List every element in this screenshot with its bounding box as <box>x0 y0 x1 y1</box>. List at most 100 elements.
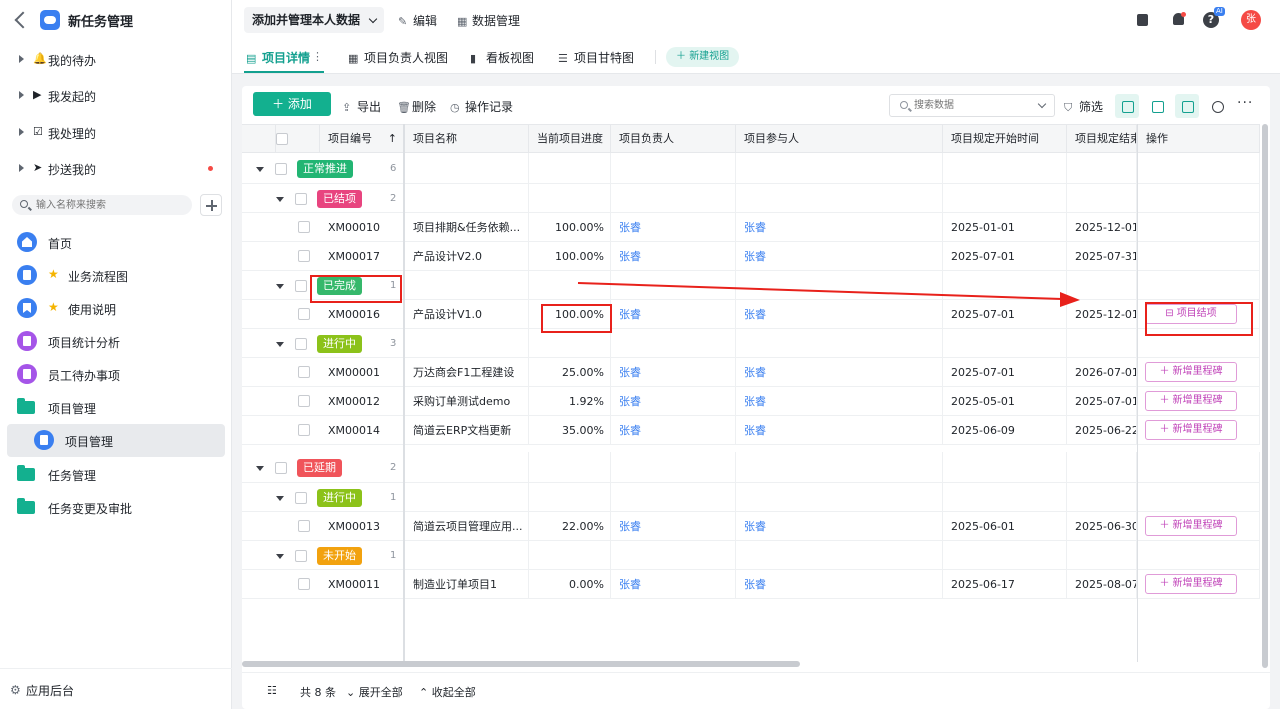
cell-member[interactable]: 张睿 <box>736 213 943 242</box>
notification-bell-icon[interactable] <box>1170 11 1188 29</box>
caret-right-icon[interactable] <box>19 91 24 99</box>
cell-member[interactable]: 张睿 <box>736 387 943 416</box>
subgroup-row[interactable]: 进行中 3 <box>242 329 1260 358</box>
subgroup-row[interactable]: 进行中 1 <box>242 483 1260 512</box>
header-progress[interactable]: 当前项目进度 <box>529 125 611 153</box>
cell-member[interactable]: 张睿 <box>736 570 943 599</box>
quick-item-todo[interactable]: 🔔 我的待办 <box>0 45 232 75</box>
caret-down-icon[interactable] <box>276 341 284 347</box>
cell-owner[interactable]: 张睿 <box>611 213 736 242</box>
cell-member[interactable]: 张睿 <box>736 300 943 329</box>
table-row[interactable]: XM00011 制造业订单项目1 0.00% 张睿 张睿 2025-06-17 2025-0… <box>242 570 1260 599</box>
select-all-checkbox[interactable] <box>276 133 288 145</box>
header-actions[interactable]: 操作 <box>1138 125 1260 153</box>
caret-down-icon[interactable] <box>256 465 264 471</box>
caret-right-icon[interactable] <box>19 55 24 63</box>
group-checkbox[interactable] <box>275 162 287 175</box>
scrollbar-thumb[interactable] <box>242 661 800 667</box>
cell-owner[interactable]: 张睿 <box>611 300 736 329</box>
header-project-name[interactable]: 项目名称 <box>405 125 529 153</box>
sidebar-search-input[interactable] <box>36 197 186 213</box>
quick-item-initiated[interactable]: ▶ 我发起的 <box>0 81 232 111</box>
cell-owner[interactable]: 张睿 <box>611 512 736 541</box>
quick-item-handled[interactable]: ☑ 我处理的 <box>0 118 232 148</box>
sidebar-item-flowchart[interactable]: ★ 业务流程图 <box>0 259 232 291</box>
edit-button[interactable]: ✎ 编辑 <box>398 12 437 29</box>
tab-more-icon[interactable]: ⋮ <box>312 50 323 63</box>
sidebar-item-task-change-folder[interactable]: 任务变更及审批 <box>0 491 232 523</box>
collapse-all-button[interactable]: ⌃ 收起全部 <box>419 684 476 700</box>
scrollbar-thumb[interactable] <box>1262 124 1268 668</box>
sidebar-item-manual[interactable]: ★ 使用说明 <box>0 292 232 324</box>
row-checkbox[interactable] <box>298 221 310 233</box>
app-backend-link[interactable]: ⚙ 应用后台 <box>0 668 232 709</box>
data-management-button[interactable]: ▦ 数据管理 <box>457 12 520 29</box>
column-settings-icon[interactable]: ☷ <box>267 684 277 697</box>
add-milestone-button[interactable]: ＋新增里程碑 <box>1145 574 1237 594</box>
table-row[interactable]: XM00017 产品设计V2.0 100.00% 张睿 张睿 2025-07-01 2025… <box>242 242 1260 271</box>
tab-kanban[interactable]: ▮ 看板视图 <box>470 49 534 66</box>
cell-member[interactable]: 张睿 <box>736 512 943 541</box>
group-checkbox[interactable] <box>295 192 307 205</box>
row-height-icon[interactable] <box>1115 94 1139 118</box>
group-checkbox[interactable] <box>295 549 307 562</box>
sidebar-item-task-folder[interactable]: 任务管理 <box>0 458 232 490</box>
add-milestone-button[interactable]: ＋新增里程碑 <box>1145 420 1237 440</box>
group-row[interactable]: 已延期 2 <box>242 452 1260 483</box>
sidebar-item-project-management[interactable]: 项目管理 <box>7 424 225 457</box>
data-search-input[interactable] <box>914 97 1024 114</box>
operation-log-button[interactable]: ◷ 操作记录 <box>450 98 513 115</box>
row-checkbox[interactable] <box>298 578 310 590</box>
group-checkbox[interactable] <box>295 337 307 350</box>
layout-icon[interactable] <box>1134 11 1152 29</box>
chevron-down-icon[interactable] <box>1037 99 1047 109</box>
horizontal-scrollbar[interactable] <box>242 660 1260 668</box>
table-row[interactable]: XM00001 万达商会F1工程建设 25.00% 张睿 张睿 2025-07-01 202… <box>242 358 1260 387</box>
caret-right-icon[interactable] <box>19 164 24 172</box>
sidebar-item-statistics[interactable]: 项目统计分析 <box>0 325 232 357</box>
add-menu-button[interactable] <box>200 194 222 216</box>
tab-owner-view[interactable]: ▦ 项目负责人视图 <box>348 49 448 66</box>
cell-owner[interactable]: 张睿 <box>611 570 736 599</box>
avatar[interactable]: 张 <box>1241 10 1261 30</box>
table-row[interactable]: XM00014 简道云ERP文档更新 35.00% 张睿 张睿 2025-06-09 202… <box>242 416 1260 445</box>
group-checkbox[interactable] <box>275 461 287 474</box>
group-icon[interactable] <box>1175 94 1199 118</box>
table-row[interactable]: XM00016 产品设计V1.0 100.00% 张睿 张睿 2025-07-01 2025… <box>242 300 1260 329</box>
table-row[interactable]: XM00013 简道云项目管理应用... 22.00% 张睿 张睿 2025-06-01 2… <box>242 512 1260 541</box>
vertical-scrollbar[interactable] <box>1261 124 1269 668</box>
more-options-icon[interactable]: ··· <box>1237 95 1253 111</box>
cell-member[interactable]: 张睿 <box>736 242 943 271</box>
add-button[interactable]: ＋ 添加 <box>253 92 331 116</box>
filter-button[interactable]: ⛉ 筛选 <box>1064 98 1103 115</box>
caret-down-icon[interactable] <box>276 196 284 202</box>
subgroup-row[interactable]: 未开始 1 <box>242 541 1260 570</box>
sidebar-search[interactable] <box>12 195 192 215</box>
expand-all-button[interactable]: ⌄ 展开全部 <box>346 684 403 700</box>
sidebar-item-project-folder[interactable]: 项目管理 <box>0 391 232 423</box>
table-row[interactable]: XM00012 采购订单测试demo 1.92% 张睿 张睿 2025-05-01 2025… <box>242 387 1260 416</box>
caret-right-icon[interactable] <box>19 128 24 136</box>
cell-owner[interactable]: 张睿 <box>611 242 736 271</box>
header-start-date[interactable]: 项目规定开始时间 <box>943 125 1067 153</box>
group-checkbox[interactable] <box>295 279 307 292</box>
delete-button[interactable]: 🗑删除 <box>397 98 436 115</box>
sort-arrow-icon[interactable]: ↑ <box>388 125 397 153</box>
add-milestone-button[interactable]: ＋新增里程碑 <box>1145 391 1237 411</box>
sidebar-item-home[interactable]: 首页 <box>0 226 232 258</box>
subgroup-row[interactable]: 已结项 2 <box>242 184 1260 213</box>
header-project-id[interactable]: 项目编号 ↑ <box>320 125 404 153</box>
caret-down-icon[interactable] <box>256 166 264 172</box>
cell-owner[interactable]: 张睿 <box>611 358 736 387</box>
header-owner[interactable]: 项目负责人 <box>611 125 736 153</box>
sidebar-item-employee-todo[interactable]: 员工待办事项 <box>0 358 232 390</box>
caret-down-icon[interactable] <box>276 495 284 501</box>
refresh-icon[interactable] <box>1205 94 1229 118</box>
add-milestone-button[interactable]: ＋新增里程碑 <box>1145 362 1237 382</box>
caret-down-icon[interactable] <box>276 553 284 559</box>
tab-project-detail[interactable]: ▤ 项目详情 <box>246 49 310 66</box>
header-end-date[interactable]: 项目规定结束时间 <box>1067 125 1137 153</box>
export-button[interactable]: ⇪ 导出 <box>342 98 381 115</box>
table-row[interactable]: XM00010 项目排期&任务依赖... 100.00% 张睿 张睿 2025-01-01… <box>242 213 1260 242</box>
add-milestone-button[interactable]: ＋新增里程碑 <box>1145 516 1237 536</box>
